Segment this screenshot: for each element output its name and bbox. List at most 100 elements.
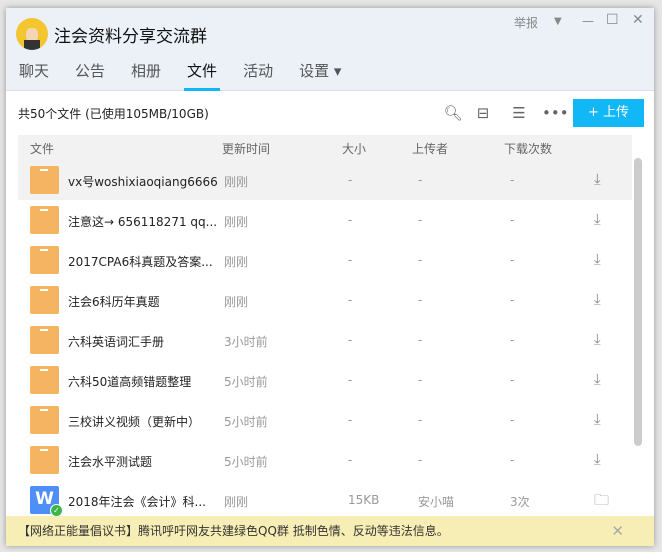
tab-chat[interactable]: 聊天: [6, 60, 62, 91]
col-time[interactable]: 更新时间: [222, 140, 270, 157]
file-uploader: -: [418, 333, 423, 347]
download-icon[interactable]: ⤓: [594, 450, 601, 468]
file-time: 刚刚: [224, 255, 249, 269]
file-size: 15KB: [348, 493, 380, 507]
download-icon[interactable]: ⤓: [594, 250, 601, 268]
notice-banner: 【网络正能量倡议书】腾讯呼吁网友共建绿色QQ群 抵制色情、反动等违法信息。 ✕: [6, 516, 654, 546]
file-downloads: -: [510, 253, 515, 267]
scrollbar[interactable]: [634, 158, 642, 446]
file-summary: 共50个文件 (已使用105MB/10GB): [18, 107, 209, 121]
file-uploader: -: [418, 213, 423, 227]
minimize-icon[interactable]: —: [582, 14, 594, 28]
folder-icon: [30, 206, 59, 234]
tab-activity[interactable]: 活动: [230, 60, 286, 91]
folder-icon: [30, 286, 59, 314]
search-icon[interactable]: 🔍︎: [443, 104, 463, 124]
download-icon[interactable]: ⤓: [594, 290, 601, 308]
file-row[interactable]: 注会水平测试题 5小时前 - - - ⤓: [18, 440, 632, 480]
header: 注会资料分享交流群 举报 ▼ — ☐ ✕ 聊天 公告 相册 文件 活动 设置 ▾: [6, 8, 654, 91]
file-list: vx号woshixiaoqiang6666 刚刚 - - - ⤓ 注意这→ 65611827…: [18, 160, 632, 520]
file-downloads: -: [510, 413, 515, 427]
list-view-icon[interactable]: ☰: [509, 104, 529, 124]
download-icon[interactable]: ⤓: [594, 410, 601, 428]
file-time: 刚刚: [224, 215, 249, 229]
file-row[interactable]: 六科50道高频错题整理 5小时前 - - - ⤓: [18, 360, 632, 400]
tab-settings[interactable]: 设置 ▾: [286, 60, 354, 91]
file-name[interactable]: 注意这→ 656118271 qq...: [68, 213, 217, 230]
file-downloads: -: [510, 453, 515, 467]
maximize-icon[interactable]: ☐: [606, 12, 619, 28]
report-button[interactable]: 举报: [514, 14, 538, 31]
file-name[interactable]: 2017CPA6科真题及答案...: [68, 253, 213, 270]
file-size: -: [348, 333, 353, 347]
file-row[interactable]: 2017CPA6科真题及答案... 刚刚 - - - ⤓: [18, 240, 632, 280]
file-row[interactable]: 六科英语词汇手册 3小时前 - - - ⤓: [18, 320, 632, 360]
word-file-icon: W ✓: [30, 486, 63, 517]
upload-button[interactable]: + 上传: [573, 99, 644, 127]
file-name[interactable]: vx号woshixiaoqiang6666: [68, 173, 218, 190]
file-uploader: -: [418, 373, 423, 387]
folder-icon: [30, 326, 59, 354]
tab-announcement[interactable]: 公告: [62, 60, 118, 91]
file-size: -: [348, 413, 353, 427]
file-downloads: -: [510, 173, 515, 187]
file-row[interactable]: 注意这→ 656118271 qq... 刚刚 - - - ⤓: [18, 200, 632, 240]
file-downloads: -: [510, 213, 515, 227]
file-uploader: 安小喵: [418, 495, 455, 509]
file-time: 5小时前: [224, 415, 268, 429]
file-downloads: 3次: [510, 495, 530, 509]
file-row[interactable]: W ✓ 2018年注会《会计》科... 刚刚 15KB 安小喵 3次 🗀: [18, 480, 632, 520]
file-uploader: -: [418, 453, 423, 467]
dropdown-icon[interactable]: ▼: [554, 16, 562, 27]
tab-bar: 聊天 公告 相册 文件 活动 设置 ▾: [6, 60, 354, 91]
file-time: 刚刚: [224, 495, 249, 509]
download-icon[interactable]: ⤓: [594, 370, 601, 388]
tab-album[interactable]: 相册: [118, 60, 174, 91]
file-row[interactable]: 注会6科历年真题 刚刚 - - - ⤓: [18, 280, 632, 320]
close-banner-icon[interactable]: ✕: [611, 516, 624, 546]
file-row[interactable]: 三校讲义视频（更新中） 5小时前 - - - ⤓: [18, 400, 632, 440]
file-size: -: [348, 213, 353, 227]
group-title: 注会资料分享交流群: [54, 27, 207, 47]
file-size: -: [348, 453, 353, 467]
col-uploader[interactable]: 上传者: [412, 140, 448, 157]
file-uploader: -: [418, 173, 423, 187]
inbox-icon[interactable]: ⊟: [473, 104, 493, 124]
file-uploader: -: [418, 253, 423, 267]
file-name[interactable]: 注会6科历年真题: [68, 293, 160, 310]
download-icon[interactable]: ⤓: [594, 330, 601, 348]
tab-files[interactable]: 文件: [174, 60, 230, 91]
file-row[interactable]: vx号woshixiaoqiang6666 刚刚 - - - ⤓: [18, 160, 632, 200]
file-time: 5小时前: [224, 375, 268, 389]
folder-icon: [30, 166, 59, 194]
file-size: -: [348, 373, 353, 387]
file-downloads: -: [510, 333, 515, 347]
group-avatar[interactable]: [16, 18, 48, 50]
folder-icon: [30, 246, 59, 274]
download-icon[interactable]: ⤓: [594, 170, 601, 188]
file-size: -: [348, 173, 353, 187]
notice-text[interactable]: 【网络正能量倡议书】腾讯呼吁网友共建绿色QQ群 抵制色情、反动等违法信息。: [18, 524, 449, 538]
file-name[interactable]: 2018年注会《会计》科...: [68, 493, 206, 510]
file-name[interactable]: 六科50道高频错题整理: [68, 373, 191, 390]
file-time: 5小时前: [224, 455, 268, 469]
open-folder-icon[interactable]: 🗀: [594, 490, 609, 515]
file-time: 刚刚: [224, 295, 249, 309]
file-name[interactable]: 注会水平测试题: [68, 453, 152, 470]
close-icon[interactable]: ✕: [632, 12, 644, 28]
col-downloads[interactable]: 下载次数: [504, 140, 552, 157]
file-name[interactable]: 六科英语词汇手册: [68, 333, 164, 350]
file-name[interactable]: 三校讲义视频（更新中）: [68, 413, 200, 430]
col-size[interactable]: 大小: [342, 140, 366, 157]
file-uploader: -: [418, 413, 423, 427]
folder-icon: [30, 446, 59, 474]
table-header: 文件 更新时间 大小 上传者 下载次数: [18, 135, 632, 160]
folder-icon: [30, 406, 59, 434]
file-uploader: -: [418, 293, 423, 307]
folder-icon: [30, 366, 59, 394]
download-icon[interactable]: ⤓: [594, 210, 601, 228]
more-icon[interactable]: •••: [542, 104, 569, 124]
col-file[interactable]: 文件: [30, 140, 54, 157]
file-size: -: [348, 293, 353, 307]
file-time: 刚刚: [224, 175, 249, 189]
